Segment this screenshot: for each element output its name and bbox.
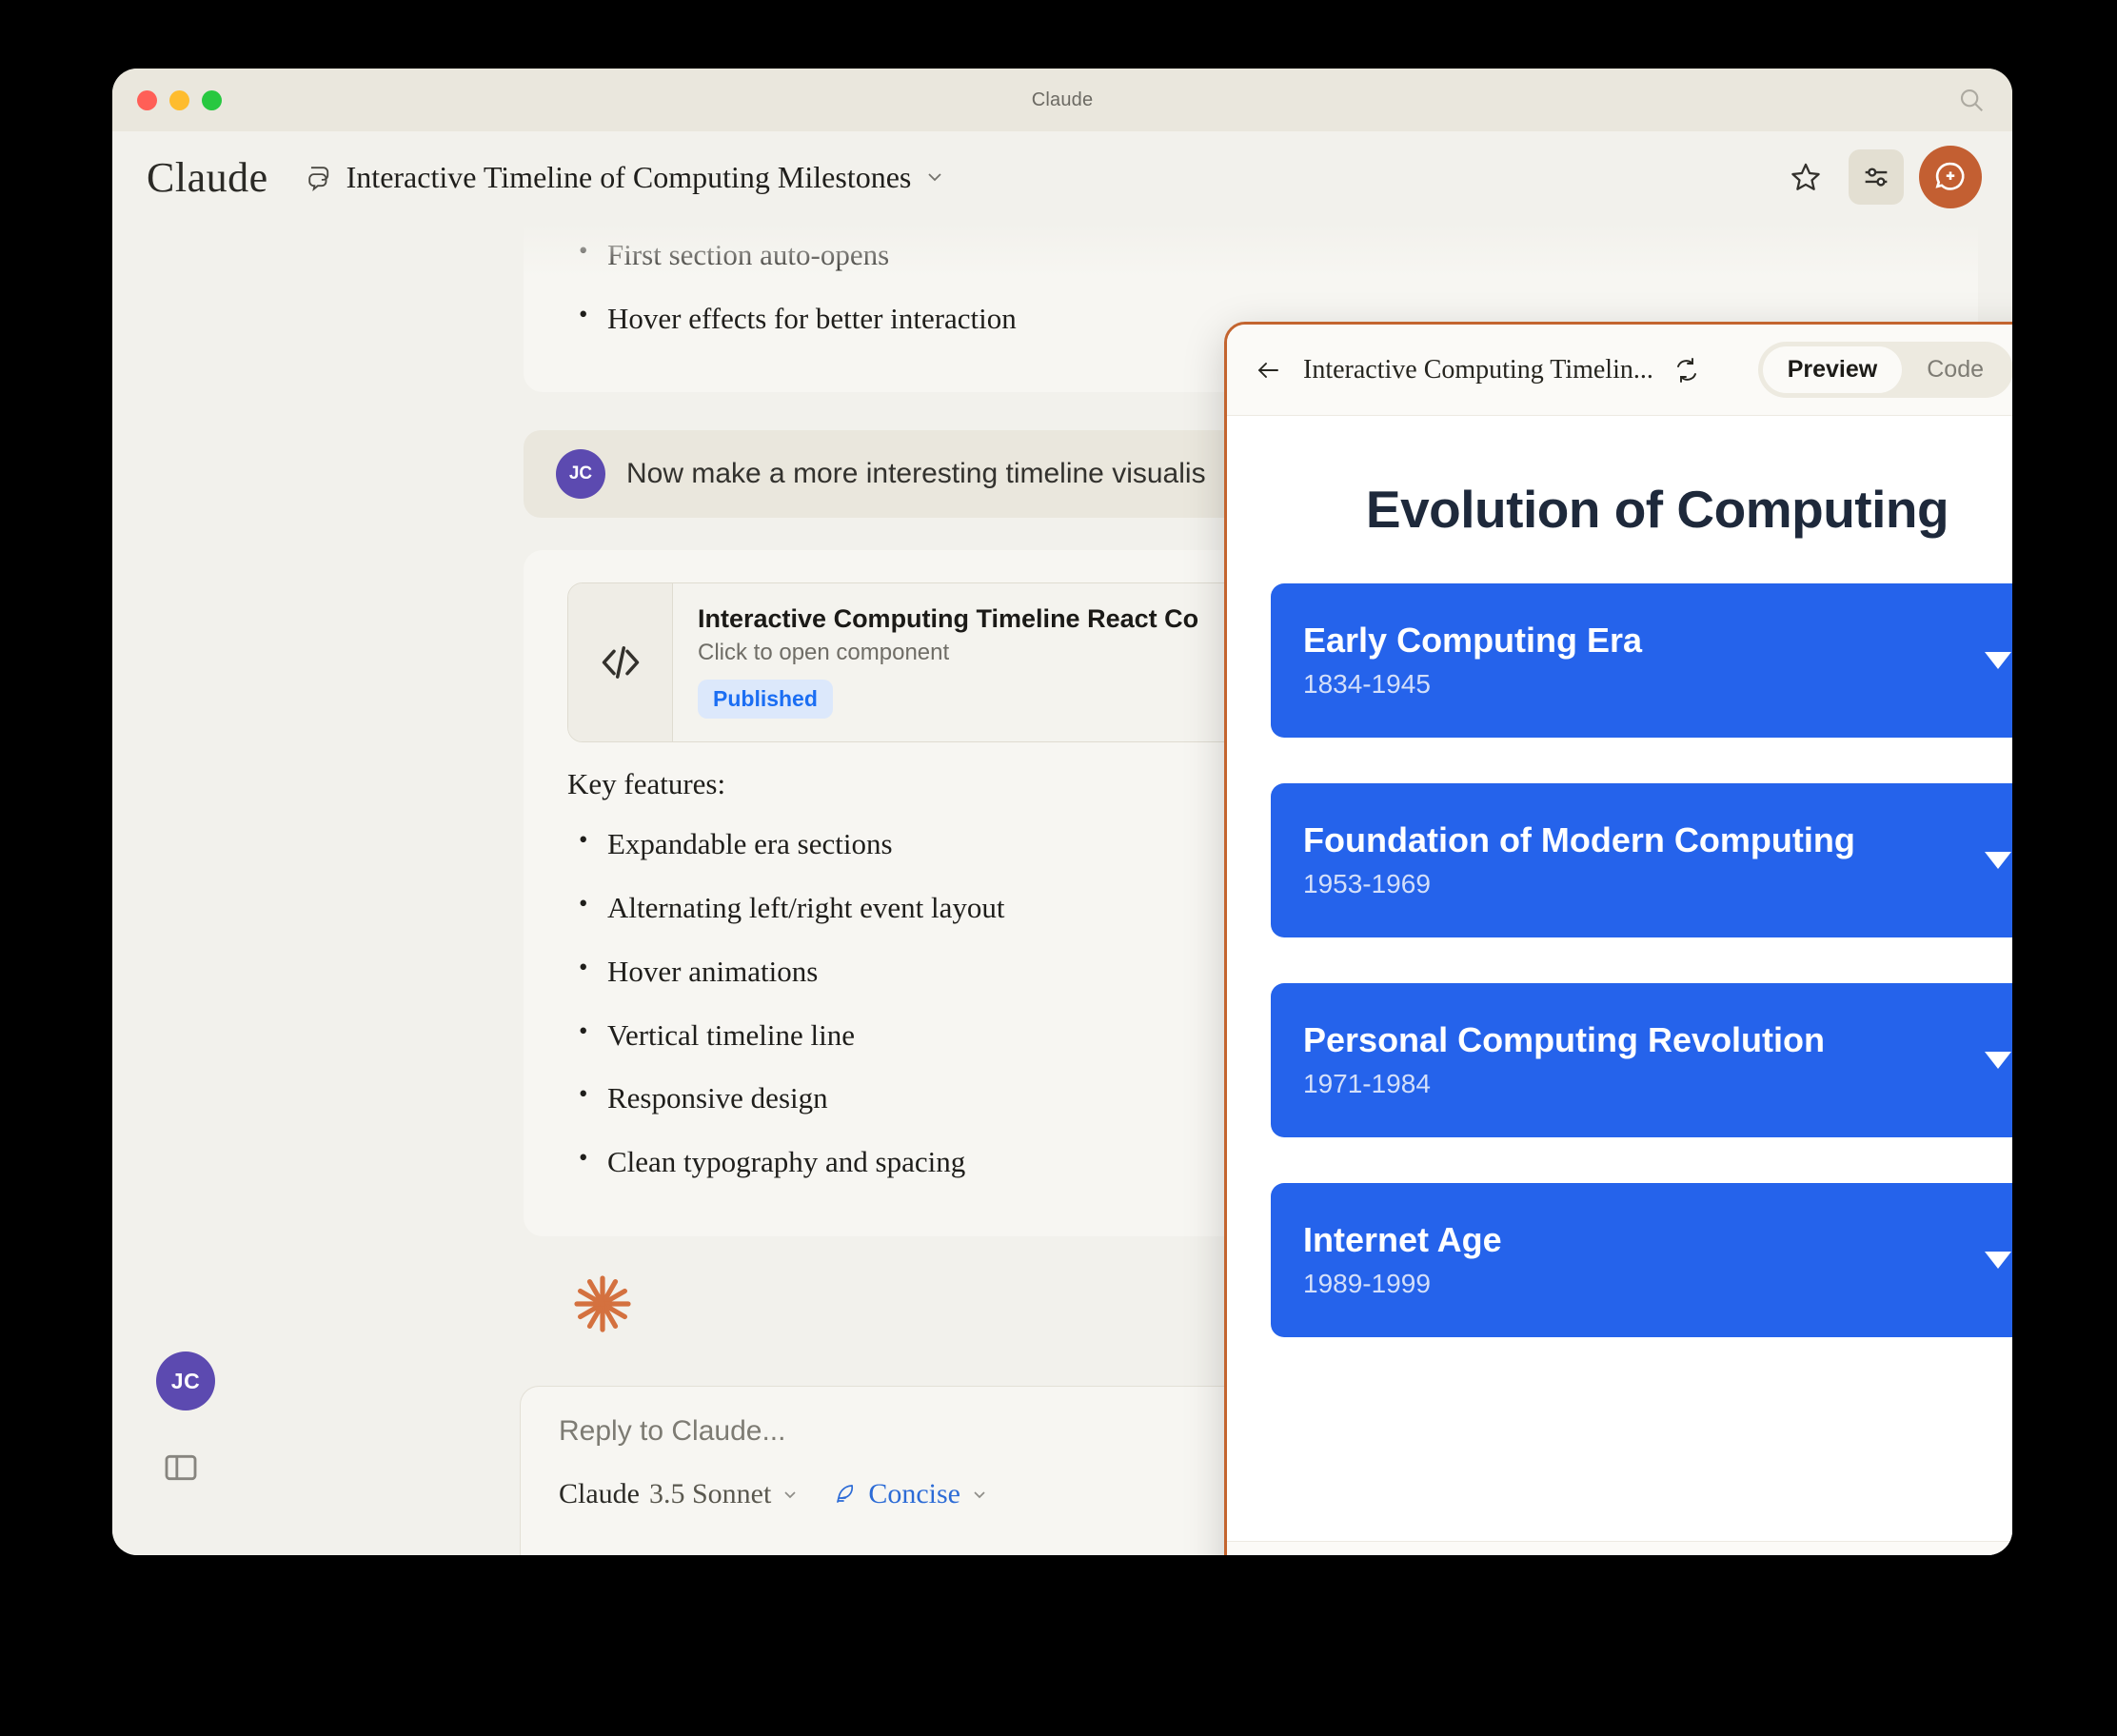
list-item: First section auto-opens <box>567 235 1934 274</box>
era-section-1[interactable]: Foundation of Modern Computing 1953-1969 <box>1271 783 2012 937</box>
tab-preview[interactable]: Preview <box>1762 346 1903 393</box>
sliders-icon[interactable] <box>1849 149 1904 205</box>
chat-title-dropdown[interactable]: Interactive Timeline of Computing Milest… <box>305 160 946 195</box>
artifact-panel-header: Interactive Computing Timelin... Preview… <box>1227 325 2012 416</box>
artifact-card-body: Interactive Computing Timeline React Co … <box>673 583 1223 741</box>
era-years: 1971-1984 <box>1303 1068 1431 1098</box>
era-text: Early Computing Era 1834-1945 <box>1303 621 1968 700</box>
chevron-down-icon <box>924 167 945 187</box>
preview-code-toggle: Preview Code <box>1757 342 2012 398</box>
model-brand: Claude <box>559 1478 640 1509</box>
era-text: Foundation of Modern Computing 1953-1969 <box>1303 821 1968 899</box>
new-chat-icon[interactable] <box>1919 146 1982 208</box>
era-name: Foundation of Modern Computing <box>1303 820 1855 860</box>
era-text: Personal Computing Revolution 1971-1984 <box>1303 1021 1968 1099</box>
avatar[interactable]: JC <box>156 1351 215 1410</box>
sidebar-toggle-icon[interactable] <box>162 1449 200 1487</box>
artifact-panel-title: Interactive Computing Timelin... <box>1303 354 1653 385</box>
era-years: 1953-1969 <box>1303 868 1431 898</box>
caret-down-icon <box>1985 1252 2011 1269</box>
era-years: 1989-1999 <box>1303 1268 1431 1298</box>
refresh-icon[interactable] <box>1672 356 1701 385</box>
style-selector[interactable]: Concise <box>832 1478 989 1510</box>
era-years: 1834-1945 <box>1303 668 1431 699</box>
window-titlebar: Claude <box>112 69 2012 131</box>
era-name: Early Computing Era <box>1303 621 1643 661</box>
avatar: JC <box>556 449 605 500</box>
artifact-panel: Interactive Computing Timelin... Preview… <box>1224 322 2012 1555</box>
code-icon <box>568 583 673 742</box>
chevron-down-icon <box>970 1485 989 1504</box>
chevron-down-icon <box>781 1485 800 1504</box>
caret-down-icon <box>1985 652 2011 669</box>
page-title: Evolution of Computing <box>1365 480 1949 539</box>
header-actions <box>1778 146 1982 208</box>
app-header: Claude Interactive Timeline of Computing… <box>112 131 2012 223</box>
claude-sunburst-icon <box>569 1271 636 1337</box>
caret-down-icon <box>1985 852 2011 869</box>
model-selector[interactable]: Claude 3.5 Sonnet <box>559 1478 800 1510</box>
style-label: Concise <box>868 1478 960 1509</box>
user-message-text: Now make a more interesting timeline vis… <box>626 458 1206 490</box>
era-name: Internet Age <box>1303 1220 1502 1260</box>
artifact-card-title: Interactive Computing Timeline React Co <box>698 604 1199 634</box>
era-name: Personal Computing Revolution <box>1303 1020 1826 1060</box>
status-badge: Published <box>698 680 833 720</box>
star-icon[interactable] <box>1778 149 1833 205</box>
top-feature-list: Responsive design First section auto-ope… <box>567 223 1934 337</box>
era-section-0[interactable]: Early Computing Era 1834-1945 <box>1271 583 2012 738</box>
search-icon[interactable] <box>1957 86 1986 114</box>
window-title: Claude <box>1031 89 1094 110</box>
tab-code[interactable]: Code <box>1902 346 2008 393</box>
artifact-preview-content: Evolution of Computing Early Computing E… <box>1227 416 2012 1541</box>
claude-app-window: Claude Claude Interactive Timeline of Co… <box>112 69 2012 1555</box>
model-version: 3.5 Sonnet <box>648 1478 772 1509</box>
left-rail: JC <box>112 223 333 1555</box>
artifact-panel-footer: Last edited 2 minutes ago <box>1227 1541 2012 1555</box>
era-text: Internet Age 1989-1999 <box>1303 1221 1968 1299</box>
chat-bubble-icon <box>305 163 333 191</box>
arrow-left-icon[interactable] <box>1252 354 1284 386</box>
chat-title: Interactive Timeline of Computing Milest… <box>346 159 912 194</box>
era-section-3[interactable]: Internet Age 1989-1999 <box>1271 1183 2012 1337</box>
artifact-card-subtitle: Click to open component <box>698 640 950 666</box>
claude-wordmark: Claude <box>147 153 268 201</box>
feather-icon <box>832 1481 859 1508</box>
desktop-backdrop: Claude Claude Interactive Timeline of Co… <box>0 0 2117 1736</box>
caret-down-icon <box>1985 1052 2011 1069</box>
era-section-2[interactable]: Personal Computing Revolution 1971-1984 <box>1271 983 2012 1137</box>
